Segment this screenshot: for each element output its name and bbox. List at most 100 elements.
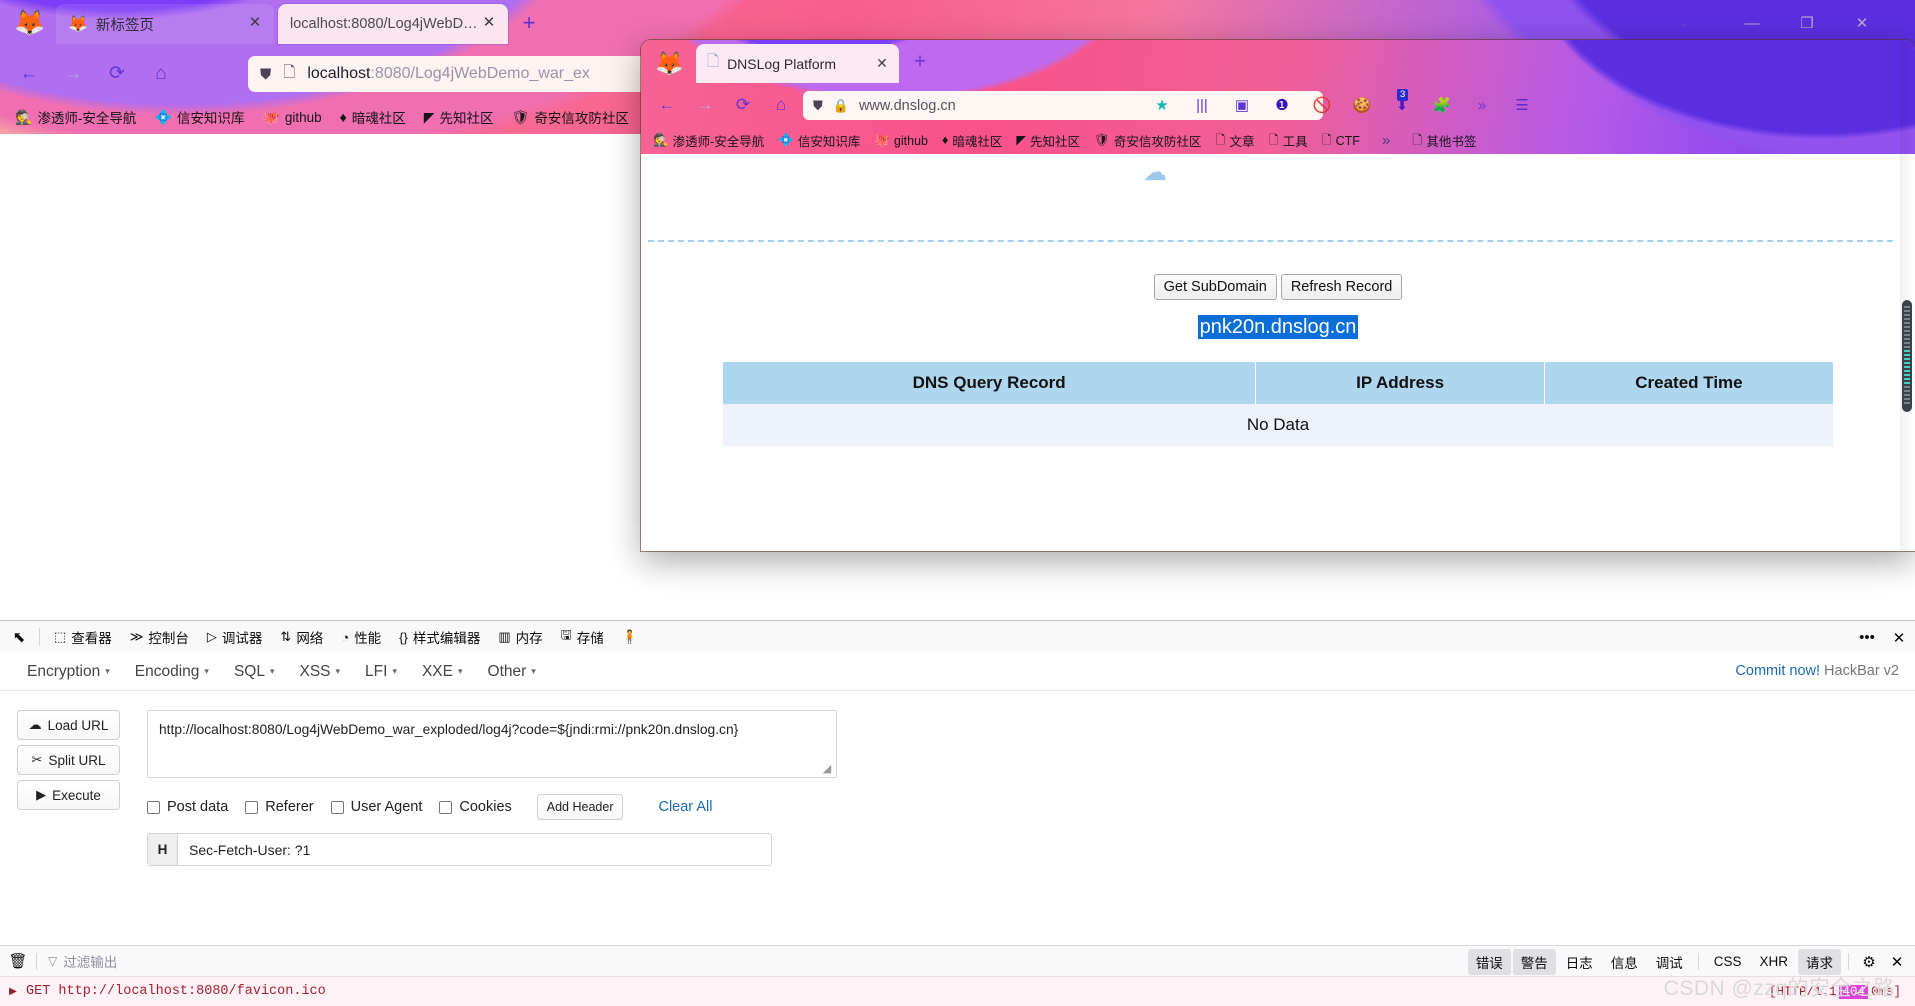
extension-cookie-icon[interactable]: 🍪 <box>1349 95 1375 117</box>
close-icon[interactable]: ✕ <box>244 13 266 35</box>
close-icon[interactable]: ✕ <box>872 55 892 72</box>
reader-view-icon[interactable]: ▣ <box>1229 95 1255 117</box>
forward-button[interactable]: → <box>58 60 88 88</box>
devtools-tab-debugger[interactable]: ▷ 调试器 <box>198 623 272 651</box>
header-value-input[interactable]: Sec-Fetch-User: ?1 <box>178 834 771 865</box>
menu-sql[interactable]: SQL ▾ <box>223 658 286 686</box>
expand-arrow-icon[interactable]: ▶ <box>0 986 26 997</box>
menu-xss[interactable]: XSS ▾ <box>288 658 351 686</box>
cookies-checkbox[interactable]: Cookies <box>439 799 512 815</box>
element-picker-icon[interactable]: ⬉ <box>4 624 34 650</box>
shield-icon[interactable]: ⛊ <box>813 98 823 114</box>
menu-encryption[interactable]: Encryption ▾ <box>16 658 121 686</box>
menu-lfi[interactable]: LFI ▾ <box>354 658 408 686</box>
devtools-tab-performance[interactable]: ◔ 性能 <box>332 623 390 651</box>
back-button[interactable]: ← <box>14 60 44 88</box>
checkbox-box[interactable] <box>245 800 259 814</box>
bookmarks-overflow-icon[interactable]: » <box>1376 130 1396 151</box>
maximize-button[interactable]: ❐ <box>1791 10 1823 38</box>
menu-encoding[interactable]: Encoding ▾ <box>124 658 220 686</box>
extensions-puzzle-icon[interactable]: 🧩 <box>1429 95 1455 117</box>
new-tab-button[interactable]: + <box>516 11 542 37</box>
filter-tab-errors[interactable]: 错误 <box>1467 948 1511 975</box>
app-menu-icon[interactable]: ☰ <box>1509 95 1535 117</box>
filter-tab-info[interactable]: 信息 <box>1603 949 1646 975</box>
filter-tab-xhr[interactable]: XHR <box>1751 951 1796 972</box>
close-icon[interactable]: ✕ <box>1883 953 1911 971</box>
devtools-tab-style-editor[interactable]: {} 样式编辑器 <box>390 623 489 651</box>
devtools-tab-console[interactable]: ≫ 控制台 <box>121 623 198 651</box>
background-tab-log4j[interactable]: localhost:8080/Log4jWebDemo_w ✕ <box>278 4 508 44</box>
back-button[interactable]: ← <box>653 93 681 117</box>
bookmark-item[interactable]: 🕵 渗透师-安全导航 <box>8 104 143 130</box>
bookmark-folder-ctf[interactable]: 🗋 CTF <box>1316 132 1366 150</box>
bookmark-item[interactable]: ◤ 先知社区 <box>1010 129 1086 152</box>
checkbox-box[interactable] <box>330 800 344 814</box>
minimize-button[interactable]: — <box>1736 10 1768 38</box>
list-all-tabs-icon[interactable]: ⌄ <box>1670 12 1698 36</box>
bookmark-folder-tools[interactable]: 🗋 工具 <box>1263 129 1314 152</box>
other-bookmarks-folder[interactable]: 🗋 其他书签 <box>1406 129 1482 152</box>
bookmark-item[interactable]: 🛡 奇安信攻防社区 <box>1088 129 1207 152</box>
bookmark-item[interactable]: ♦ 暗魂社区 <box>936 129 1008 152</box>
background-tab-new[interactable]: 🦊 新标签页 ✕ <box>56 4 274 44</box>
header-row[interactable]: H Sec-Fetch-User: ?1 <box>147 833 772 866</box>
gear-icon[interactable]: ⚙ <box>1855 953 1883 971</box>
textarea-resize-handle[interactable]: ◢ <box>820 763 834 777</box>
post-data-checkbox[interactable]: Post data <box>147 799 228 815</box>
bookmark-item[interactable]: ♦ 暗魂社区 <box>333 104 413 130</box>
filter-tab-logs[interactable]: 日志 <box>1558 949 1601 975</box>
commit-now-link[interactable]: Commit now! <box>1735 663 1820 679</box>
menu-xxe[interactable]: XXE ▾ <box>411 658 474 686</box>
new-tab-button[interactable]: + <box>908 50 932 74</box>
bookmark-item[interactable]: 🐙 github <box>868 132 934 150</box>
home-button[interactable]: ⌂ <box>146 60 176 88</box>
console-filter-input[interactable]: ▽ 过滤输出 <box>37 951 117 971</box>
add-header-button[interactable]: Add Header <box>536 794 624 820</box>
filter-tab-debug[interactable]: 调试 <box>1648 949 1691 975</box>
bookmark-item[interactable]: 💠 信安知识库 <box>147 104 251 130</box>
referer-checkbox[interactable]: Referer <box>245 799 314 815</box>
toolbar-overflow-icon[interactable]: » <box>1469 95 1495 117</box>
extension-one-icon[interactable]: ❶ <box>1269 95 1295 117</box>
close-icon[interactable]: ✕ <box>478 13 500 35</box>
filter-tab-requests[interactable]: 请求 <box>1798 948 1841 975</box>
checkbox-box[interactable] <box>147 800 160 814</box>
meatball-menu-icon[interactable]: ••• <box>1851 621 1883 654</box>
devtools-tab-inspector[interactable]: ⬚ 查看器 <box>45 623 121 651</box>
dnslog-browser-window[interactable]: 🦊 🗋 DNSLog Platform ✕ + ⌄ — ☐ ✕ ← → ⟳ ⌂ … <box>641 40 1915 551</box>
dnslog-tab[interactable]: 🗋 DNSLog Platform ✕ <box>696 44 899 83</box>
filter-tab-css[interactable]: CSS <box>1706 951 1750 972</box>
bookmark-item[interactable]: 🕵 渗透师-安全导航 <box>647 129 770 152</box>
bookmark-folder-articles[interactable]: 🗋 文章 <box>1209 129 1260 152</box>
home-button[interactable]: ⌂ <box>767 93 795 117</box>
bookmark-item[interactable]: 🛡 奇安信攻防社区 <box>505 104 636 130</box>
menu-other[interactable]: Other ▾ <box>477 658 547 686</box>
url-input[interactable] <box>147 710 837 778</box>
reload-button[interactable]: ⟳ <box>102 60 132 88</box>
filter-tab-warnings[interactable]: 警告 <box>1512 948 1556 975</box>
library-icon[interactable]: ||| <box>1189 95 1215 117</box>
reload-button[interactable]: ⟳ <box>729 93 757 117</box>
console-message-row[interactable]: ▶ GET http://localhost:8080/favicon.ico <box>0 977 1915 1006</box>
bookmark-item[interactable]: 🐙 github <box>255 107 328 128</box>
user-agent-checkbox[interactable]: User Agent <box>330 799 422 815</box>
bookmark-item[interactable]: 💠 信安知识库 <box>772 129 866 152</box>
devtools-tab-network[interactable]: ⇅ 网络 <box>271 623 332 651</box>
load-url-button[interactable]: ☁ Load URL <box>17 710 120 740</box>
devtools-tab-memory[interactable]: ▥ 内存 <box>489 623 551 651</box>
checkbox-box[interactable] <box>439 800 453 814</box>
extension-blocker-icon[interactable]: 🚫 <box>1309 95 1335 117</box>
split-url-button[interactable]: ✂ Split URL <box>17 745 120 775</box>
clear-all-link[interactable]: Clear All <box>658 799 712 815</box>
subdomain-display[interactable]: pnk20n.dnslog.cn <box>641 315 1915 339</box>
clear-console-icon[interactable]: 🗑 <box>0 952 36 970</box>
devtools-tab-accessibility[interactable]: 🧍 <box>613 625 647 649</box>
bookmark-star-icon[interactable]: ★ <box>1149 95 1175 117</box>
close-devtools-icon[interactable]: ✕ <box>1883 621 1915 654</box>
no-https-icon[interactable]: 🔒 <box>833 98 849 114</box>
forward-button[interactable]: → <box>691 93 719 117</box>
get-subdomain-button[interactable]: Get SubDomain <box>1153 274 1277 300</box>
close-window-button[interactable]: ✕ <box>1846 10 1878 38</box>
devtools-tab-storage[interactable]: 🖫 存储 <box>552 622 613 652</box>
